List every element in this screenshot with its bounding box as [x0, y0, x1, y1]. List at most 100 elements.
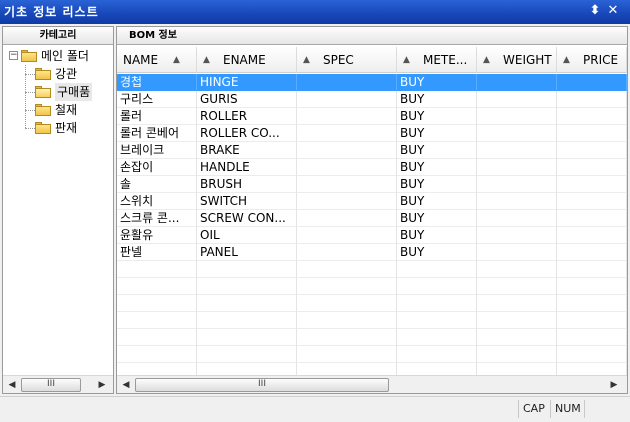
tree-node-main-folder[interactable]: − 메인 폴더: [3, 47, 113, 65]
tree-node-steel[interactable]: 철재: [3, 101, 113, 119]
tree-node-label: 철재: [55, 103, 78, 117]
cell-spec: [297, 312, 397, 329]
table-row[interactable]: 스위치 SWITCH BUY: [117, 193, 627, 210]
table-row[interactable]: 경첩 HINGE BUY: [117, 74, 627, 91]
sort-ascending-icon: ▲: [173, 55, 180, 65]
cell-name: 롤러 콘베어: [117, 125, 197, 142]
collapse-icon[interactable]: −: [9, 51, 18, 60]
cell-weight: [477, 91, 557, 108]
cell-meter: BUY: [397, 74, 477, 91]
table-row[interactable]: 윤활유 OIL BUY: [117, 227, 627, 244]
cell-ename: [197, 329, 297, 346]
tree-node-purchased[interactable]: 구매품: [3, 83, 113, 101]
cell-price: [557, 295, 627, 312]
cell-meter: BUY: [397, 91, 477, 108]
cell-price: [557, 312, 627, 329]
app-window: 기초 정보 리스트 ⬍ ✕ 카테고리 − 메인 폴더 강관 구매품 철재 판재 …: [0, 0, 630, 422]
cell-price: [557, 91, 627, 108]
column-header-price[interactable]: ▲ PRICE: [557, 47, 627, 73]
cell-price: [557, 108, 627, 125]
folder-open-icon: [35, 86, 51, 98]
cell-name: 스위치: [117, 193, 197, 210]
table-row-empty: [117, 312, 627, 329]
table-row-empty: [117, 363, 627, 375]
cell-meter: BUY: [397, 193, 477, 210]
cell-spec: [297, 244, 397, 261]
table-row-empty: [117, 261, 627, 278]
scroll-left-icon[interactable]: ◀: [119, 378, 133, 392]
cell-price: [557, 363, 627, 375]
sort-ascending-icon: ▲: [303, 55, 310, 65]
table-row[interactable]: 롤러 콘베어 ROLLER CO... BUY: [117, 125, 627, 142]
table-row-empty: [117, 278, 627, 295]
scrollbar-thumb[interactable]: III: [135, 378, 389, 392]
column-header-spec[interactable]: ▲ SPEC: [297, 47, 397, 73]
cell-meter: [397, 261, 477, 278]
cell-spec: [297, 295, 397, 312]
table-row[interactable]: 구리스 GURIS BUY: [117, 91, 627, 108]
cell-spec: [297, 91, 397, 108]
bom-horizontal-scrollbar[interactable]: ◀ III ▶: [117, 375, 627, 393]
cell-meter: BUY: [397, 210, 477, 227]
cell-name: 윤활유: [117, 227, 197, 244]
cell-meter: BUY: [397, 244, 477, 261]
column-header-name[interactable]: NAME ▲: [117, 47, 197, 73]
column-header-ename[interactable]: ▲ ENAME: [197, 47, 297, 73]
table-row[interactable]: 브레이크 BRAKE BUY: [117, 142, 627, 159]
cell-spec: [297, 108, 397, 125]
table-row[interactable]: 스크류 콘... SCREW CON... BUY: [117, 210, 627, 227]
cell-weight: [477, 295, 557, 312]
cell-price: [557, 74, 627, 91]
scrollbar-thumb[interactable]: III: [21, 378, 81, 392]
cell-ename: HANDLE: [197, 159, 297, 176]
cell-ename: BRAKE: [197, 142, 297, 159]
cell-weight: [477, 261, 557, 278]
scroll-right-icon[interactable]: ▶: [95, 378, 109, 392]
scroll-left-icon[interactable]: ◀: [5, 378, 19, 392]
table-row[interactable]: 손잡이 HANDLE BUY: [117, 159, 627, 176]
cell-spec: [297, 142, 397, 159]
folder-icon: [35, 68, 51, 80]
cell-name: [117, 312, 197, 329]
cell-meter: [397, 312, 477, 329]
tree-node-plate[interactable]: 판재: [3, 119, 113, 137]
status-bar: CAP NUM: [0, 396, 630, 422]
cell-ename: [197, 261, 297, 278]
cell-weight: [477, 363, 557, 375]
cell-price: [557, 142, 627, 159]
close-icon[interactable]: ✕: [606, 4, 620, 18]
column-header-weight[interactable]: ▲ WEIGHT: [477, 47, 557, 73]
table-row-empty: [117, 295, 627, 312]
cell-name: 손잡이: [117, 159, 197, 176]
cell-name: [117, 329, 197, 346]
cell-price: [557, 227, 627, 244]
table-row[interactable]: 롤러 ROLLER BUY: [117, 108, 627, 125]
cell-spec: [297, 363, 397, 375]
cell-price: [557, 329, 627, 346]
category-horizontal-scrollbar[interactable]: ◀ III ▶: [3, 375, 113, 393]
cell-meter: [397, 278, 477, 295]
bom-grid: NAME ▲ ▲ ENAME ▲ SPEC ▲ METE... ▲ WEIGHT…: [117, 47, 627, 375]
folder-icon: [35, 122, 51, 134]
tree-node-pipe[interactable]: 강관: [3, 65, 113, 83]
cell-name: [117, 363, 197, 375]
cell-meter: [397, 346, 477, 363]
cell-weight: [477, 108, 557, 125]
table-row[interactable]: 솔 BRUSH BUY: [117, 176, 627, 193]
column-header-meter[interactable]: ▲ METE...: [397, 47, 477, 73]
table-row[interactable]: 판넬 PANEL BUY: [117, 244, 627, 261]
title-bar[interactable]: 기초 정보 리스트 ⬍ ✕: [0, 0, 630, 24]
cell-ename: [197, 363, 297, 375]
cell-ename: SCREW CON...: [197, 210, 297, 227]
scroll-right-icon[interactable]: ▶: [607, 378, 621, 392]
cell-ename: PANEL: [197, 244, 297, 261]
cell-meter: [397, 329, 477, 346]
cell-weight: [477, 176, 557, 193]
cell-ename: HINGE: [197, 74, 297, 91]
cell-name: [117, 278, 197, 295]
cell-name: 솔: [117, 176, 197, 193]
cell-ename: [197, 346, 297, 363]
window-menu-icon[interactable]: ⬍: [588, 4, 602, 18]
folder-icon: [35, 104, 51, 116]
cell-spec: [297, 261, 397, 278]
